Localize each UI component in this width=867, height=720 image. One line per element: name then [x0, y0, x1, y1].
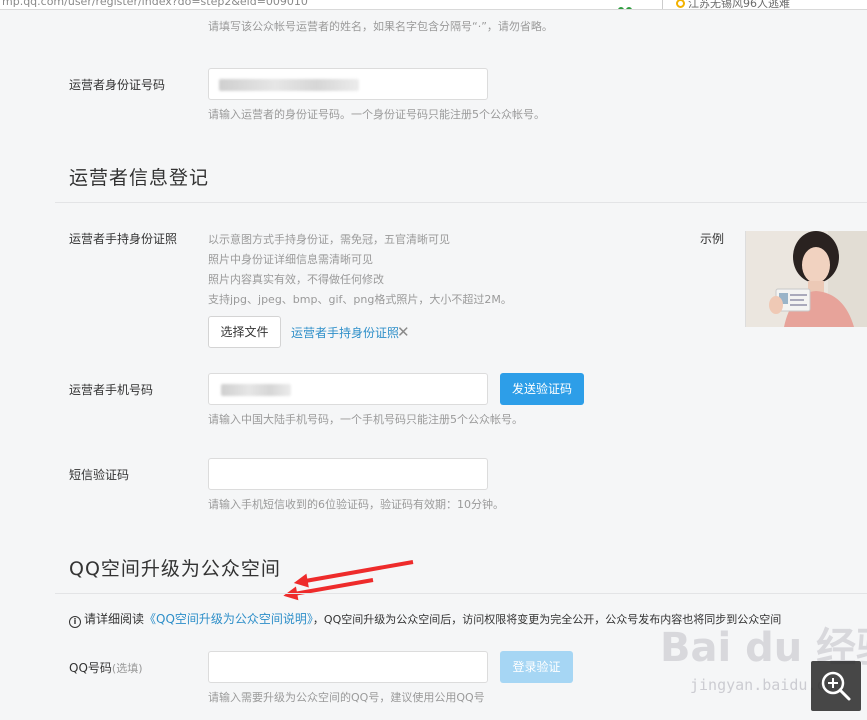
send-code-button[interactable]: 发送验证码	[500, 373, 584, 405]
qq-number-label-text: QQ号码	[69, 661, 112, 675]
sms-code-hint: 请输入手机短信收到的6位验证码，验证码有效期：10分钟。	[208, 498, 504, 511]
id-number-label: 运营者身份证号码	[69, 78, 166, 92]
phone-input[interactable]	[208, 373, 488, 405]
phone-hint: 请输入中国大陆手机号码，一个手机号码只能注册5个公众帐号。	[208, 413, 523, 426]
section-divider	[55, 593, 867, 594]
upgrade-explanation-link[interactable]: 《QQ空间升级为公众空间说明》	[144, 612, 313, 626]
id-number-input[interactable]	[208, 68, 488, 100]
browser-search-box[interactable]: 江苏无锡风96人逃难	[676, 0, 790, 10]
info-icon: i	[69, 616, 81, 628]
blurred-id-value	[219, 79, 359, 91]
id-photo-requirements: 以示意图方式手持身份证，需免冠，五官清晰可见 照片中身份证详细信息需清晰可见 照…	[208, 230, 512, 310]
extension-icons[interactable]	[618, 0, 638, 9]
zoom-in-button[interactable]	[811, 661, 861, 711]
phone-label: 运营者手机号码	[69, 383, 154, 397]
qq-number-input[interactable]	[208, 651, 488, 683]
example-photo-illustration	[746, 231, 867, 327]
sms-code-label: 短信验证码	[69, 468, 130, 482]
section-divider	[55, 202, 867, 203]
zoom-in-icon	[821, 671, 851, 701]
choose-file-button[interactable]: 选择文件	[208, 316, 281, 348]
toolbar-divider	[662, 0, 663, 9]
example-label: 示例	[700, 232, 725, 246]
browser-toolbar: mp.qq.com/user/register/index?do=step2&e…	[0, 0, 867, 10]
notice-prefix: 请详细阅读	[84, 612, 145, 626]
login-verify-button[interactable]: 登录验证	[500, 651, 573, 683]
requirement-line: 照片中身份证详细信息需清晰可见	[208, 253, 373, 266]
requirement-line: 支持jpg、jpeg、bmp、gif、png格式照片，大小不超过2M。	[208, 293, 512, 306]
qq-number-hint: 请输入需要升级为公众空间的QQ号，建议使用公用QQ号	[208, 691, 485, 704]
section-title-operator-info: 运营者信息登记	[69, 167, 210, 189]
requirement-line: 以示意图方式手持身份证，需免冠，五官清晰可见	[208, 233, 450, 246]
remove-file-icon[interactable]: ✕	[397, 323, 410, 341]
search-box-text: 江苏无锡风96人逃难	[688, 0, 790, 10]
blurred-phone-value	[221, 384, 291, 396]
id-photo-label: 运营者手持身份证照	[69, 232, 178, 246]
uploaded-file-link[interactable]: 运营者手持身份证照	[291, 324, 399, 341]
address-bar-url[interactable]: mp.qq.com/user/register/index?do=step2&e…	[2, 0, 308, 8]
operator-name-hint: 请填写该公众帐号运营者的姓名，如果名字包含分隔号“·”，请勿省略。	[208, 20, 553, 33]
search-engine-icon	[676, 0, 685, 8]
id-number-hint: 请输入运营者的身份证号码。一个身份证号码只能注册5个公众帐号。	[208, 108, 545, 121]
sms-code-input[interactable]	[208, 458, 488, 490]
section-title-qq-upgrade: QQ空间升级为公众空间	[69, 558, 281, 580]
example-photo	[745, 231, 867, 327]
optional-tag: (选填)	[111, 662, 143, 675]
requirement-line: 照片内容真实有效，不得做任何修改	[208, 273, 384, 286]
qq-number-label: QQ号码(选填)	[69, 659, 143, 676]
